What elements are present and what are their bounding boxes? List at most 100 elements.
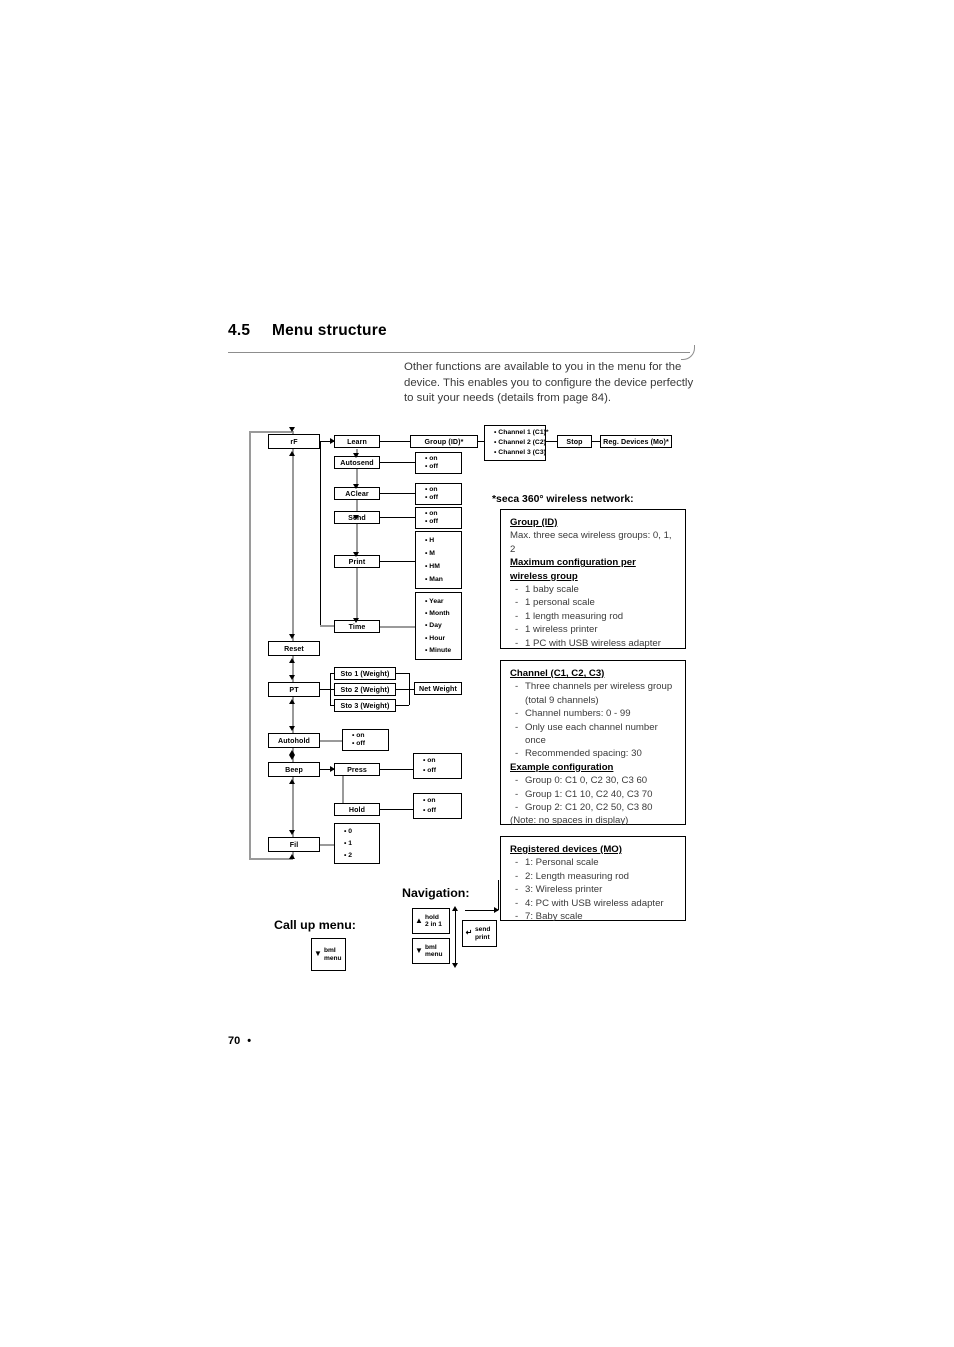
arrow-right-learn bbox=[330, 438, 335, 444]
list-item: 4: PC with USB wireless adapter bbox=[510, 897, 677, 911]
fil-values: 0 1 2 bbox=[334, 823, 380, 864]
triangle-down-icon: ▼ bbox=[415, 945, 423, 955]
value-item: on bbox=[423, 757, 461, 764]
value-item: off bbox=[425, 494, 461, 501]
menu-node-learn[interactable]: Learn bbox=[334, 435, 380, 448]
list-item: Channel numbers: 0 - 99 bbox=[510, 707, 677, 721]
key-label-line2: 2 in 1 bbox=[425, 921, 442, 928]
arrow-down-fil bbox=[289, 830, 295, 835]
value-item: Year bbox=[425, 598, 461, 605]
time-values: Year Month Day Hour Minute bbox=[415, 592, 462, 660]
list-item: 1: Personal scale bbox=[510, 856, 677, 870]
autohold-values: on off bbox=[342, 729, 389, 751]
key-label-line2: menu bbox=[425, 951, 443, 958]
list-item: 1 baby scale bbox=[510, 583, 677, 597]
key-label-line1: send bbox=[475, 926, 491, 934]
menu-node-sto1[interactable]: Sto 1 (Weight) bbox=[334, 667, 396, 680]
send-values-connector bbox=[380, 517, 415, 519]
hold-values: on off bbox=[413, 793, 462, 819]
menu-node-group-id[interactable]: Group (ID)* bbox=[410, 435, 478, 448]
key-bmi-menu-label: bmI menu bbox=[425, 944, 449, 959]
aclear-values: on off bbox=[415, 483, 462, 505]
key-bmi-menu[interactable]: ▼ bmI menu bbox=[412, 938, 450, 964]
rf-branch-vertical bbox=[320, 441, 322, 626]
list-item: Group 1: C1 10, C2 40, C3 70 bbox=[510, 788, 677, 802]
footer-bullet: • bbox=[247, 1035, 252, 1047]
value-item: off bbox=[423, 807, 461, 814]
menu-node-net-weight[interactable]: Net Weight bbox=[414, 682, 462, 695]
menu-node-hold[interactable]: Hold bbox=[334, 803, 380, 816]
value-item: Minute bbox=[425, 647, 461, 654]
menu-node-pt[interactable]: PT bbox=[268, 682, 320, 697]
menu-node-sto2[interactable]: Sto 2 (Weight) bbox=[334, 683, 396, 696]
nav-vertical-scroll-line bbox=[455, 911, 457, 966]
value-item: H bbox=[425, 537, 461, 544]
time-values-connector bbox=[380, 626, 415, 628]
channels-to-stop-connector bbox=[546, 441, 557, 443]
channel-item: Channel 2 (C2) bbox=[494, 439, 546, 446]
key-label-line1: bmI bbox=[324, 947, 336, 955]
arrow-down-autosend bbox=[353, 453, 359, 458]
enter-arrow-icon: ↵ bbox=[465, 928, 473, 938]
key-hold-2in1[interactable]: ▲ hold 2 in 1 bbox=[412, 908, 450, 934]
menu-node-fil[interactable]: Fil bbox=[268, 837, 320, 852]
max-config-heading-line2: wireless group bbox=[510, 570, 578, 582]
triangle-up-icon: ▲ bbox=[415, 915, 423, 925]
arrow-down-print bbox=[353, 552, 359, 557]
value-item: Day bbox=[425, 622, 461, 629]
channel-item: Channel 1 (C1)* bbox=[494, 429, 548, 436]
wireless-network-title: *seca 360° wireless network: bbox=[492, 494, 634, 505]
value-item: off bbox=[352, 740, 388, 747]
channel-note: (Note: no spaces in display) bbox=[510, 815, 629, 827]
value-item: Man bbox=[425, 576, 461, 583]
pt-branch-out bbox=[320, 689, 330, 691]
list-item: Group 2: C1 20, C2 50, C3 80 bbox=[510, 801, 677, 815]
autosend-values: on off bbox=[415, 452, 462, 474]
arrow-down-autohold bbox=[289, 726, 295, 731]
menu-node-sto3[interactable]: Sto 3 (Weight) bbox=[334, 699, 396, 712]
arrow-down-rf bbox=[289, 427, 295, 432]
list-item: Three channels per wireless group (total… bbox=[510, 680, 677, 707]
sto1-merge bbox=[396, 673, 409, 675]
navigation-title: Navigation: bbox=[402, 886, 470, 900]
print-values-connector bbox=[380, 561, 415, 563]
value-item: 2 bbox=[344, 852, 379, 859]
arrow-down-send bbox=[353, 515, 359, 520]
value-item: off bbox=[423, 767, 461, 774]
menu-node-rf[interactable]: rF bbox=[268, 434, 320, 449]
sto3-merge bbox=[396, 705, 409, 707]
value-item: 1 bbox=[344, 840, 379, 847]
fil-values-connector bbox=[320, 844, 334, 846]
key-send-print[interactable]: ↵ send print bbox=[462, 920, 497, 947]
key-label-line2: menu bbox=[324, 954, 342, 962]
key-label-line1: hold bbox=[425, 913, 439, 921]
menu-node-press[interactable]: Press bbox=[334, 763, 380, 776]
key-callup-menu[interactable]: ▼ bmI menu bbox=[311, 938, 346, 971]
arrow-down-nav bbox=[452, 963, 458, 968]
menu-node-beep[interactable]: Beep bbox=[268, 762, 320, 777]
list-item: Group 0: C1 0, C2 30, C3 60 bbox=[510, 774, 677, 788]
section-number: 4.5 bbox=[228, 322, 251, 339]
key-callup-menu-label: bmI menu bbox=[324, 947, 345, 962]
press-values-connector bbox=[380, 769, 413, 771]
heading-divider bbox=[228, 352, 690, 353]
sto2-merge bbox=[396, 689, 409, 691]
value-item: 0 bbox=[344, 828, 379, 835]
call-up-menu-title: Call up menu: bbox=[274, 918, 356, 932]
loopback-vertical bbox=[249, 432, 251, 860]
value-item: off bbox=[425, 463, 461, 470]
send-values: on off bbox=[415, 507, 462, 529]
list-item: 1 wireless printer bbox=[510, 623, 677, 637]
arrow-up-rf bbox=[289, 451, 295, 456]
menu-node-stop[interactable]: Stop bbox=[557, 435, 592, 448]
page-footer: 70 • bbox=[228, 1035, 251, 1047]
aclear-values-connector bbox=[380, 493, 415, 495]
menu-node-autohold[interactable]: Autohold bbox=[268, 733, 320, 748]
menu-node-reg-devices[interactable]: Reg. Devices (Mo)* bbox=[600, 435, 672, 448]
nav-enter-vertical bbox=[498, 880, 500, 910]
menu-node-reset[interactable]: Reset bbox=[268, 641, 320, 656]
channel-list-items: Three channels per wireless group (total… bbox=[510, 680, 677, 761]
autohold-values-connector bbox=[320, 740, 342, 742]
value-item: HM bbox=[425, 563, 461, 570]
value-item: on bbox=[425, 455, 461, 462]
